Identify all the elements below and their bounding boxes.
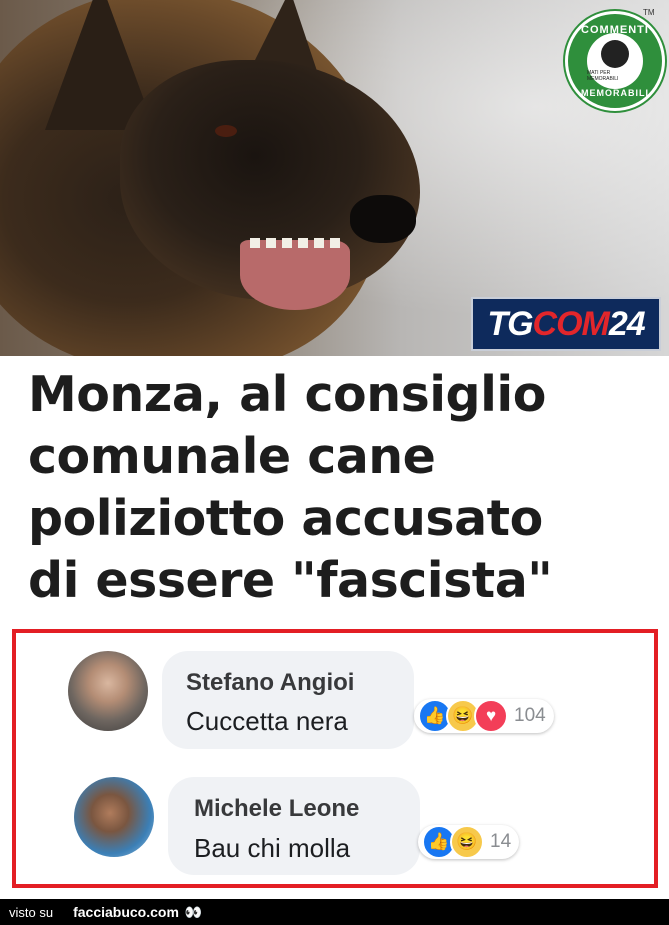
trademark-mark: TM: [643, 8, 655, 17]
dog-eye: [215, 125, 237, 137]
commenti-memorabili-logo: COMMENTI MATI PER MEMORABILI MEMORABILI: [565, 11, 665, 111]
tgcom24-logo: TGCOM24: [471, 297, 661, 351]
reaction-count: 14: [490, 831, 512, 852]
logo-top-text: COMMENTI: [581, 24, 649, 36]
footer-site-link[interactable]: facciabuco.com: [73, 904, 179, 920]
commenter-name[interactable]: Stefano Angioi: [186, 669, 354, 697]
logo-bottom-text: MEMORABILI: [581, 88, 649, 98]
reaction-count: 104: [514, 705, 546, 726]
highlighted-comments-box: Stefano Angioi Cuccetta nera 👍 😆 ♥ 104 M…: [12, 629, 658, 888]
avatar[interactable]: [74, 777, 154, 857]
reactions-summary[interactable]: 👍 😆 14: [418, 825, 520, 859]
comment-text: Cuccetta nera: [186, 706, 348, 736]
dog-teeth: [250, 238, 340, 248]
footer-bar: visto su facciabuco.com 👀: [0, 899, 669, 925]
comment-bubble: Michele Leone Bau chi molla: [168, 777, 420, 875]
logo-inner-text: MATI PER MEMORABILI: [587, 70, 619, 82]
comment-text: Bau chi molla: [194, 833, 351, 863]
headline: Monza, al consiglio comunale cane polizi…: [28, 366, 553, 609]
tgcom24-logo-text: TGCOM24: [487, 304, 645, 343]
reactions-summary[interactable]: 👍 😆 ♥ 104: [414, 699, 554, 733]
logo-center: MATI PER MEMORABILI: [587, 33, 643, 89]
dog-nose: [350, 195, 416, 243]
dog-mouth: [240, 240, 350, 310]
comment-item: Stefano Angioi Cuccetta nera 👍 😆 ♥ 104: [16, 643, 654, 753]
love-icon: ♥: [474, 699, 508, 733]
comment-bubble: Stefano Angioi Cuccetta nera: [162, 651, 414, 749]
news-photo: COMMENTI MATI PER MEMORABILI MEMORABILI …: [0, 0, 669, 356]
eyes-icon: 👀: [184, 903, 203, 920]
haha-icon: 😆: [450, 825, 484, 859]
bearded-face-icon: [601, 40, 629, 68]
comment-item: Michele Leone Bau chi molla 👍 😆 14: [16, 769, 654, 879]
footer-visto-text: visto su: [9, 904, 54, 920]
avatar[interactable]: [68, 651, 148, 731]
commenter-name[interactable]: Michele Leone: [194, 795, 359, 823]
